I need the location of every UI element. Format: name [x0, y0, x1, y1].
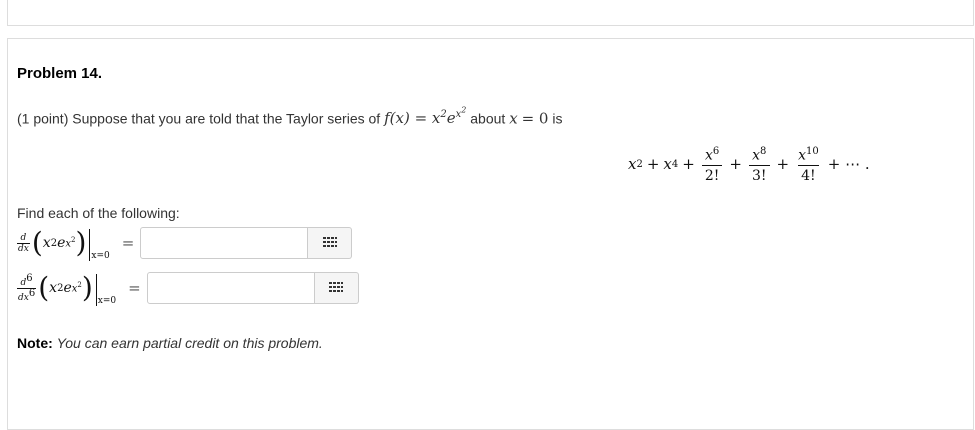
- partial-credit-note: Note: You can earn partial credit on thi…: [17, 335, 323, 351]
- find-instructions: Find each of the following:: [17, 205, 180, 221]
- series-term-3: x6 2!: [701, 143, 723, 185]
- intro-eq0: = 0: [521, 109, 549, 128]
- intro-prefix: (1 point) Suppose that you are told that…: [17, 110, 381, 127]
- sixth-derivative-expression: d6 dx6 (x 2 e x2) x=0 =: [17, 271, 141, 306]
- intro-x: x: [509, 109, 518, 128]
- answer-row-1: d dx (x 2 e x2) x=0 =: [17, 223, 353, 263]
- series-term-5: x10 4!: [798, 146, 819, 184]
- problem-card: Problem 14. (1 point) Suppose that you a…: [7, 38, 974, 430]
- note-label: Note:: [17, 335, 53, 351]
- previous-problem-card: [7, 0, 974, 26]
- first-derivative-expression: d dx (x 2 e x2) x=0 =: [17, 226, 135, 261]
- taylor-series: x 2 + x 4 + x6 2! + x8 3! + x10 4! + ⋯ .: [628, 139, 874, 189]
- sixth-derivative-answer-input[interactable]: [146, 272, 315, 304]
- equation-palette-button-2[interactable]: [314, 272, 359, 304]
- note-text: You can earn partial credit on this prob…: [56, 335, 323, 351]
- problem-title: Problem 14.: [17, 65, 103, 82]
- answer-row-2: d6 dx6 (x 2 e x2) x=0 =: [17, 268, 359, 308]
- first-derivative-answer-input[interactable]: [140, 227, 309, 259]
- intro-is: is: [552, 110, 563, 127]
- grid-icon: [322, 237, 337, 247]
- function-expression: f(x) = x2ex2: [384, 106, 467, 128]
- intro-about: about: [470, 110, 506, 127]
- series-trailing: + ⋯ .: [827, 155, 870, 173]
- grid-icon: [329, 282, 344, 292]
- problem-intro: (1 point) Suppose that you are told that…: [17, 106, 562, 127]
- series-term-4: x8 3!: [748, 143, 770, 185]
- equation-palette-button-1[interactable]: [308, 227, 353, 259]
